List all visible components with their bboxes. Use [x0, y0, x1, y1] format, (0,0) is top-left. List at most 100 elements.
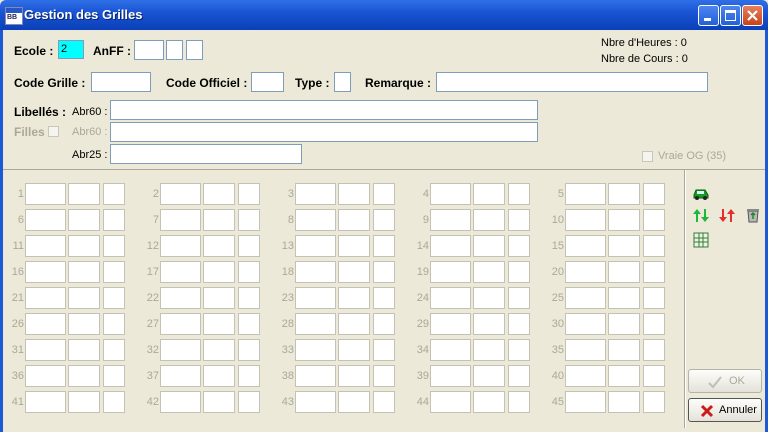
ecole-field[interactable]: 2 [58, 40, 84, 59]
slot-extra-field[interactable] [103, 209, 125, 231]
slot-extra-field[interactable] [103, 339, 125, 361]
slot-hours-field[interactable] [338, 287, 370, 309]
slot-extra-field[interactable] [103, 391, 125, 413]
slot-course-field[interactable] [160, 287, 201, 309]
slot-course-field[interactable] [295, 391, 336, 413]
abr25-field[interactable] [110, 144, 302, 164]
slot-hours-field[interactable] [608, 235, 640, 257]
slot-course-field[interactable] [430, 391, 471, 413]
slot-hours-field[interactable] [473, 235, 505, 257]
slot-course-field[interactable] [160, 313, 201, 335]
car-icon[interactable] [692, 184, 710, 202]
slot-hours-field[interactable] [203, 287, 235, 309]
slot-course-field[interactable] [565, 391, 606, 413]
slot-hours-field[interactable] [473, 261, 505, 283]
slot-extra-field[interactable] [508, 287, 530, 309]
slot-course-field[interactable] [430, 261, 471, 283]
slot-hours-field[interactable] [608, 183, 640, 205]
abr60-field[interactable] [110, 100, 538, 120]
slot-course-field[interactable] [25, 209, 66, 231]
slot-extra-field[interactable] [643, 391, 665, 413]
slot-course-field[interactable] [160, 339, 201, 361]
slot-hours-field[interactable] [203, 235, 235, 257]
ok-button[interactable]: OK [688, 369, 762, 393]
slot-extra-field[interactable] [508, 261, 530, 283]
slot-course-field[interactable] [160, 391, 201, 413]
slot-extra-field[interactable] [508, 183, 530, 205]
slot-course-field[interactable] [565, 183, 606, 205]
slot-course-field[interactable] [565, 235, 606, 257]
slot-extra-field[interactable] [643, 365, 665, 387]
minimize-button[interactable] [698, 5, 719, 26]
anff-field-3[interactable] [186, 40, 203, 60]
slot-extra-field[interactable] [373, 261, 395, 283]
slot-hours-field[interactable] [473, 313, 505, 335]
slot-extra-field[interactable] [238, 365, 260, 387]
slot-course-field[interactable] [295, 313, 336, 335]
slot-extra-field[interactable] [643, 235, 665, 257]
sort-up-down-green-icon[interactable] [692, 206, 710, 224]
slot-extra-field[interactable] [103, 183, 125, 205]
maximize-button[interactable] [720, 5, 741, 26]
slot-extra-field[interactable] [238, 313, 260, 335]
slot-hours-field[interactable] [473, 183, 505, 205]
slot-extra-field[interactable] [238, 261, 260, 283]
anff-field-1[interactable] [134, 40, 164, 60]
slot-course-field[interactable] [25, 287, 66, 309]
anff-field-2[interactable] [166, 40, 183, 60]
slot-hours-field[interactable] [338, 183, 370, 205]
slot-course-field[interactable] [160, 261, 201, 283]
slot-extra-field[interactable] [373, 313, 395, 335]
slot-course-field[interactable] [565, 313, 606, 335]
slot-hours-field[interactable] [203, 183, 235, 205]
slot-hours-field[interactable] [608, 313, 640, 335]
slot-course-field[interactable] [25, 339, 66, 361]
abr60-filles-field[interactable] [110, 122, 538, 142]
slot-hours-field[interactable] [68, 313, 100, 335]
close-button[interactable] [742, 5, 763, 26]
slot-extra-field[interactable] [238, 287, 260, 309]
slot-hours-field[interactable] [608, 209, 640, 231]
slot-extra-field[interactable] [373, 339, 395, 361]
slot-hours-field[interactable] [608, 339, 640, 361]
slot-extra-field[interactable] [238, 209, 260, 231]
slot-extra-field[interactable] [238, 183, 260, 205]
slot-extra-field[interactable] [373, 209, 395, 231]
slot-course-field[interactable] [25, 391, 66, 413]
slot-extra-field[interactable] [373, 183, 395, 205]
slot-hours-field[interactable] [203, 313, 235, 335]
slot-course-field[interactable] [295, 209, 336, 231]
code-grille-field[interactable] [91, 72, 151, 92]
slot-extra-field[interactable] [103, 261, 125, 283]
slot-hours-field[interactable] [68, 365, 100, 387]
slot-extra-field[interactable] [238, 339, 260, 361]
slot-extra-field[interactable] [103, 365, 125, 387]
recycle-bin-icon[interactable] [744, 206, 762, 224]
slot-hours-field[interactable] [473, 365, 505, 387]
slot-course-field[interactable] [295, 183, 336, 205]
slot-hours-field[interactable] [473, 287, 505, 309]
slot-hours-field[interactable] [338, 261, 370, 283]
slot-hours-field[interactable] [203, 391, 235, 413]
slot-hours-field[interactable] [608, 287, 640, 309]
slot-course-field[interactable] [25, 261, 66, 283]
slot-course-field[interactable] [565, 209, 606, 231]
slot-hours-field[interactable] [608, 365, 640, 387]
code-officiel-field[interactable] [251, 72, 284, 92]
slot-hours-field[interactable] [68, 261, 100, 283]
slot-course-field[interactable] [25, 313, 66, 335]
slot-hours-field[interactable] [473, 209, 505, 231]
slot-hours-field[interactable] [338, 365, 370, 387]
slot-course-field[interactable] [295, 261, 336, 283]
annuler-button[interactable]: Annuler [688, 398, 762, 422]
slot-course-field[interactable] [430, 339, 471, 361]
slot-extra-field[interactable] [643, 287, 665, 309]
slot-course-field[interactable] [160, 365, 201, 387]
slot-course-field[interactable] [565, 261, 606, 283]
slot-extra-field[interactable] [103, 287, 125, 309]
slot-hours-field[interactable] [203, 261, 235, 283]
slot-course-field[interactable] [565, 365, 606, 387]
table-icon[interactable] [692, 231, 710, 249]
slot-hours-field[interactable] [203, 339, 235, 361]
slot-extra-field[interactable] [373, 235, 395, 257]
